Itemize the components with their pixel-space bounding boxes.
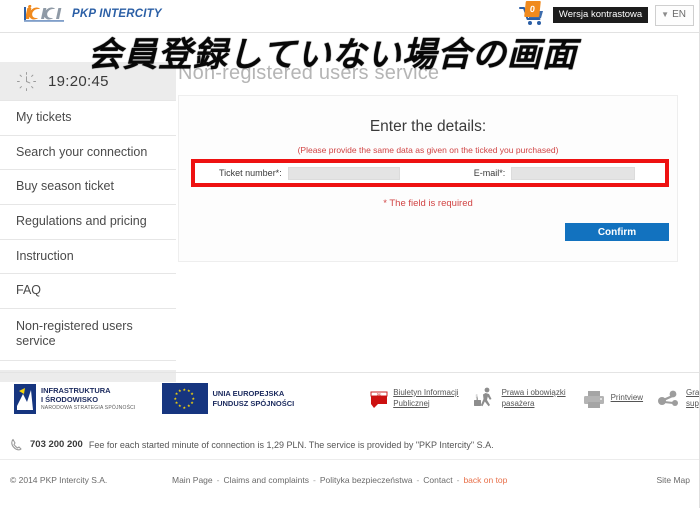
passenger-rights-line2[interactable]: pasażera — [502, 399, 566, 410]
eu-star-icon: ★ — [174, 400, 179, 405]
cart-button[interactable]: 0 — [518, 1, 546, 28]
phone-description: Fee for each started minute of connectio… — [88, 439, 494, 450]
email-input[interactable] — [511, 166, 636, 180]
bottom-link-polityka-bezpieczenstwa[interactable]: Polityka bezpieczeństwa — [320, 475, 413, 485]
infrastructure-program-logo-icon — [14, 383, 36, 414]
eu-logo: ★ ★ ★ ★ ★ ★ ★ ★ ★ ★ ★ ★ UNIA EUROPEJSKA FUNDUSZ SPÓ… — [161, 383, 295, 414]
ticket-number-label: Ticket number*: — [219, 168, 282, 178]
header-actions: 0 Wersja kontrastowa ▼ EN — [518, 1, 694, 28]
bip-link-text: Biuletyn Informacji Publicznej — [393, 388, 458, 410]
back-on-top-link[interactable]: back on top — [463, 475, 507, 485]
infrastructure-program-logo: INFRASTRUKTURA I ŚRODOWISKO NARODOWA STR… — [14, 383, 136, 414]
printview-label[interactable]: Printview — [611, 393, 643, 404]
chevron-down-icon: ▼ — [661, 9, 670, 19]
infrastructure-line1: INFRASTRUKTURA — [41, 386, 111, 395]
grant-support-icon — [658, 390, 679, 406]
printer-icon — [583, 390, 604, 408]
japanese-annotation-overlay: 会員登録していない場合の画面 — [88, 35, 577, 75]
sidebar-item-non-registered-users-service[interactable]: Non-registered users service — [0, 309, 176, 361]
printview-link[interactable]: Printview — [582, 389, 643, 409]
pkp-intercity-logo-icon — [24, 5, 64, 22]
language-label: EN — [672, 8, 686, 20]
sidebar-item-faq[interactable]: FAQ — [0, 274, 176, 309]
copyright-text: © 2014 PKP Intercity S.A. — [10, 475, 108, 485]
bip-link[interactable]: bip Biuletyn Informacji Publicznej — [370, 388, 459, 410]
bip-line1[interactable]: Biuletyn Informacji — [393, 388, 458, 399]
phone-info-line: 703 200 200 Fee for each started minute … — [0, 430, 700, 460]
passenger-rights-line1[interactable]: Prawa i obowiązki — [502, 388, 566, 399]
bottom-link-main-page[interactable]: Main Page — [172, 475, 213, 485]
separator-4: - — [456, 475, 460, 485]
passenger-rights-icon: § — [473, 387, 492, 406]
email-field-group: E-mail*: — [473, 166, 636, 180]
site-logo[interactable]: PKP INTERCITY — [22, 5, 162, 23]
ticket-number-field-group: Ticket number*: — [219, 166, 400, 180]
eu-star-icon: ★ — [178, 403, 182, 409]
sidebar-nav: 19:20:45 My tickets Search your connecti… — [0, 62, 176, 382]
bottom-link-claims-and-complaints[interactable]: Claims and complaints — [223, 475, 309, 485]
required-field-note: * The field is required — [383, 198, 473, 209]
bip-line2[interactable]: Publicznej — [393, 399, 458, 410]
separator-3: - — [416, 475, 420, 485]
clock-icon — [16, 71, 37, 91]
eu-logo-text: UNIA EUROPEJSKA FUNDUSZ SPÓJNOŚCI — [213, 389, 295, 408]
passenger-rights-text: Prawa i obowiązki pasażera — [502, 388, 566, 410]
confirm-button[interactable]: Confirm — [565, 223, 669, 241]
email-label: E-mail*: — [473, 168, 506, 178]
eu-flag-icon: ★ ★ ★ ★ ★ ★ ★ ★ ★ ★ ★ ★ — [161, 383, 208, 414]
infrastructure-logo-text: INFRASTRUKTURA I ŚRODOWISKO NARODOWA STR… — [41, 386, 136, 411]
eu-line1: UNIA EUROPEJSKA — [212, 389, 285, 399]
infrastructure-sub: NARODOWA STRATEGIA SPÓJNOŚCI — [41, 404, 136, 411]
bottom-links: Main Page - Claims and complaints - Poli… — [172, 475, 507, 485]
separator-2: - — [313, 475, 316, 485]
sidebar-item-buy-season-ticket[interactable]: Buy season ticket — [0, 170, 176, 205]
bottom-bar: © 2014 PKP Intercity S.A. Main Page - Cl… — [0, 462, 700, 508]
bottom-link-contact[interactable]: Contact — [423, 475, 452, 485]
grant-line1[interactable]: Grant — [686, 388, 700, 399]
cart-count-badge: 0 — [524, 1, 541, 17]
grant-line2[interactable]: support — [686, 399, 700, 410]
form-title: Enter the details: — [369, 118, 487, 135]
eu-star-icon: ★ — [190, 391, 194, 396]
footer-logo-bar: INFRASTRUKTURA I ŚRODOWISKO NARODOWA STR… — [0, 372, 700, 424]
passenger-rights-link[interactable]: § Prawa i obowiązki pasażera — [473, 386, 566, 412]
grant-support-link[interactable]: Grant support — [657, 388, 700, 410]
contrast-version-button[interactable]: Wersja kontrastowa — [552, 6, 649, 24]
eu-star-icon: ★ — [182, 404, 187, 410]
language-selector[interactable]: ▼ EN — [655, 4, 694, 26]
sidebar-item-regulations-and-pricing[interactable]: Regulations and pricing — [0, 205, 176, 240]
sidebar-item-my-tickets[interactable]: My tickets — [0, 100, 176, 136]
eu-star-icon: ★ — [182, 386, 187, 392]
eu-line2: FUNDUSZ SPÓJNOŚCI — [212, 398, 295, 408]
phone-icon — [11, 438, 22, 450]
non-registered-form-panel: Enter the details: (Please provide the s… — [178, 95, 678, 262]
eu-star-icon: ★ — [178, 387, 182, 393]
phone-number: 703 200 200 — [30, 439, 83, 450]
sidebar-item-search-your-connection[interactable]: Search your connection — [0, 136, 176, 171]
ticket-number-input[interactable] — [287, 166, 400, 180]
eu-star-icon: ★ — [173, 395, 178, 401]
bip-icon: bip — [370, 391, 388, 408]
grant-support-text: Grant support — [686, 388, 700, 410]
infrastructure-line2: I ŚRODOWISKO — [41, 395, 99, 405]
sidebar-item-instruction[interactable]: Instruction — [0, 240, 176, 275]
separator-1: - — [216, 475, 220, 485]
highlighted-fields-region: Ticket number*: E-mail*: — [191, 159, 669, 187]
logo-text: PKP INTERCITY — [72, 8, 162, 20]
form-hint: (Please provide the same data as given o… — [297, 145, 559, 155]
svg-text:§: § — [475, 393, 477, 398]
site-map-link[interactable]: Site Map — [656, 475, 690, 485]
eu-star-icon: ★ — [187, 403, 191, 409]
